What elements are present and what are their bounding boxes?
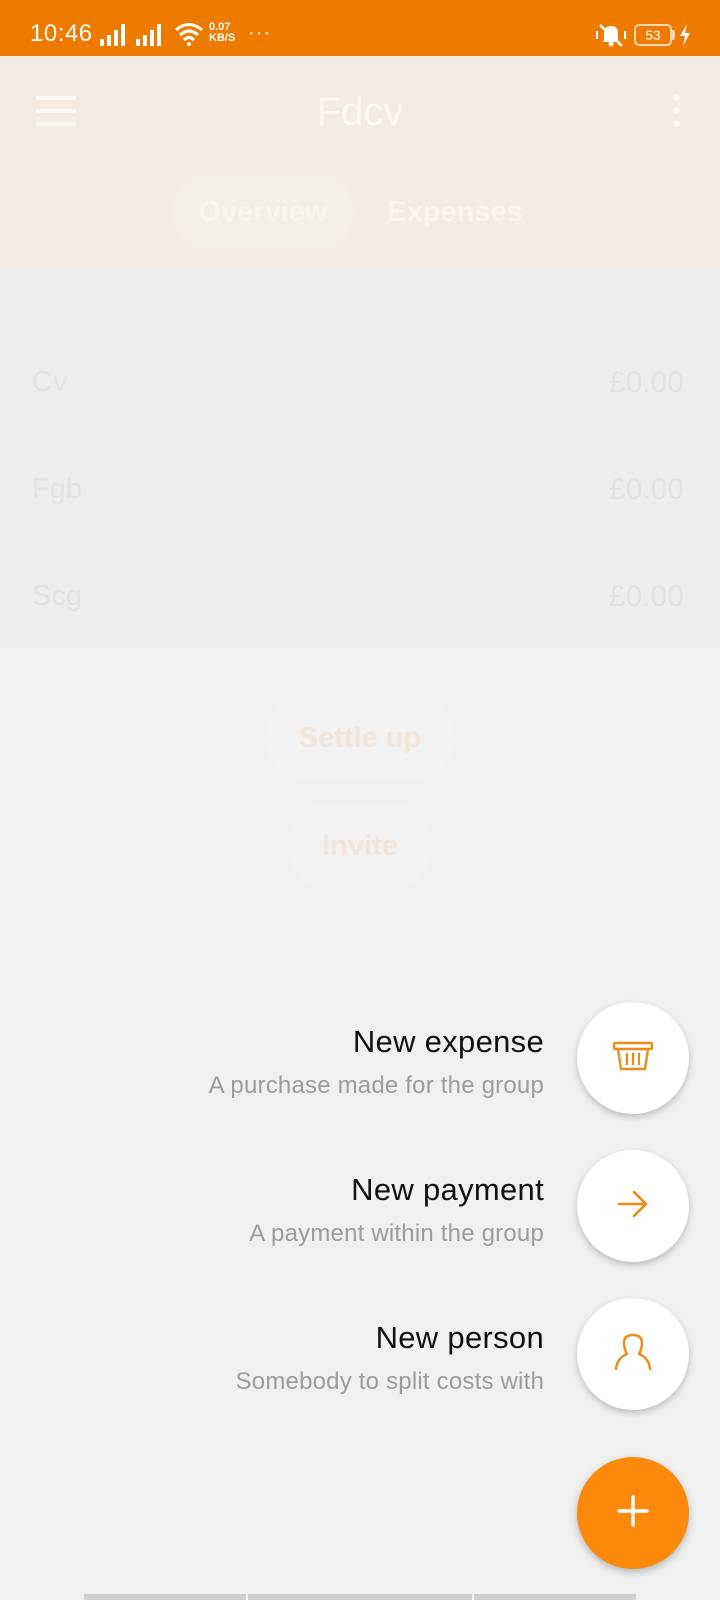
settle-up-button[interactable]: Settle up: [264, 696, 456, 780]
signal-icon-2: [136, 24, 164, 46]
battery-level: 53: [645, 27, 661, 43]
person-balance: £0.00: [608, 580, 684, 613]
balances-list: Cv £0.00 Fgb £0.00 Scg £0.00: [0, 268, 720, 648]
person-name: Fgb: [32, 473, 82, 505]
list-item[interactable]: Fgb £0.00: [0, 461, 720, 521]
person-balance: £0.00: [608, 366, 684, 399]
app-bar: Fdcv Overview Expenses: [0, 56, 720, 268]
person-balance: £0.00: [608, 473, 684, 506]
network-speed: 0.07 KB/S: [209, 22, 235, 44]
new-person-subtitle: Somebody to split costs with: [235, 1368, 544, 1395]
add-fab-button[interactable]: [577, 1457, 689, 1569]
new-payment-title: New payment: [351, 1172, 544, 1207]
signal-icon: [100, 24, 128, 46]
list-item[interactable]: Cv £0.00: [0, 354, 720, 414]
person-name: Cv: [32, 366, 68, 398]
new-payment-subtitle: A payment within the group: [249, 1220, 544, 1247]
wifi-icon: [174, 22, 204, 51]
person-icon: [613, 1332, 653, 1377]
invite-button-wrap: Invite: [0, 804, 720, 888]
nav-handle: [248, 1594, 472, 1600]
new-person-label[interactable]: New person Somebody to split costs with: [236, 1320, 544, 1396]
invite-button[interactable]: Invite: [288, 804, 432, 888]
plus-icon: [616, 1494, 650, 1533]
more-options-icon[interactable]: [668, 94, 684, 134]
tab-overview[interactable]: Overview: [172, 174, 354, 250]
battery-icon: 53: [634, 24, 672, 46]
status-bar: 10:46 0.07 KB/S ··· 53: [0, 0, 720, 56]
nav-handle: [474, 1594, 636, 1600]
battery-tip: [672, 30, 675, 40]
new-person-button[interactable]: [577, 1298, 689, 1410]
new-expense-subtitle: A purchase made for the group: [208, 1072, 544, 1099]
settle-up-button-wrap: Settle up: [0, 696, 720, 780]
person-name: Scg: [32, 580, 82, 612]
more-notifications-icon: ···: [248, 22, 271, 44]
new-payment-button[interactable]: [577, 1150, 689, 1262]
new-expense-label[interactable]: New expense A purchase made for the grou…: [209, 1024, 544, 1100]
group-title: Fdcv: [316, 90, 404, 134]
list-item[interactable]: Scg £0.00: [0, 568, 720, 628]
basket-icon: [611, 1039, 655, 1078]
arrow-right-icon: [616, 1189, 650, 1224]
new-person-title: New person: [375, 1320, 544, 1355]
new-expense-button[interactable]: [577, 1002, 689, 1114]
tab-expenses[interactable]: Expenses: [370, 174, 540, 250]
charging-icon: [679, 24, 691, 51]
status-time: 10:46: [30, 20, 93, 47]
new-payment-label[interactable]: New payment A payment within the group: [249, 1172, 544, 1248]
vibrate-mute-icon: [596, 22, 626, 53]
speed-unit: KB/S: [209, 32, 236, 44]
nav-handle: [84, 1594, 246, 1600]
new-expense-title: New expense: [352, 1024, 544, 1059]
